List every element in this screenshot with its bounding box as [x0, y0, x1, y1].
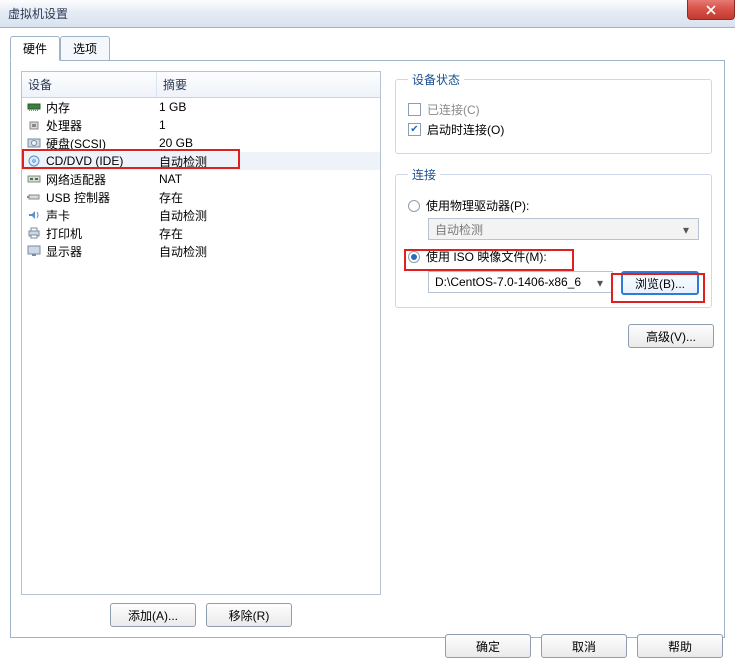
cpu-icon	[26, 118, 42, 132]
table-row[interactable]: 内存1 GB	[22, 98, 380, 116]
table-row[interactable]: 声卡自动检测	[22, 206, 380, 224]
printer-icon	[26, 226, 42, 240]
cancel-button[interactable]: 取消	[541, 634, 627, 658]
left-column: 设备 摘要 内存1 GB处理器1硬盘(SCSI)20 GBCD/DVD (IDE…	[21, 71, 381, 627]
help-button[interactable]: 帮助	[637, 634, 723, 658]
device-name: 处理器	[46, 117, 159, 134]
device-summary: 自动检测	[159, 207, 376, 224]
device-summary: 自动检测	[159, 243, 376, 260]
device-name: USB 控制器	[46, 189, 159, 206]
device-status-group: 设备状态 已连接(C) ✔ 启动时连接(O)	[395, 71, 712, 154]
table-row[interactable]: 处理器1	[22, 116, 380, 134]
table-row[interactable]: USB 控制器存在	[22, 188, 380, 206]
advanced-button[interactable]: 高级(V)...	[628, 324, 714, 348]
window-title: 虚拟机设置	[4, 5, 68, 22]
device-name: 显示器	[46, 243, 159, 260]
tab-options[interactable]: 选项	[60, 36, 110, 61]
iso-path-combo[interactable]: D:\CentOS-7.0-1406-x86_6 ▾	[428, 271, 613, 293]
device-summary: NAT	[159, 172, 376, 186]
add-button[interactable]: 添加(A)...	[110, 603, 196, 627]
radio-icon	[408, 200, 420, 212]
ok-button[interactable]: 确定	[445, 634, 531, 658]
physical-drive-value: 自动检测	[435, 221, 483, 238]
nic-icon	[26, 172, 42, 186]
close-icon	[706, 5, 716, 15]
connected-checkbox-row[interactable]: 已连接(C)	[408, 101, 699, 118]
table-row[interactable]: 网络适配器NAT	[22, 170, 380, 188]
titlebar: 虚拟机设置	[0, 0, 735, 28]
device-summary: 存在	[159, 189, 376, 206]
device-summary: 自动检测	[159, 153, 376, 170]
connect-on-start-row[interactable]: ✔ 启动时连接(O)	[408, 121, 699, 138]
tab-hardware[interactable]: 硬件	[10, 36, 60, 61]
device-name: 内存	[46, 99, 159, 116]
use-physical-radio[interactable]: 使用物理驱动器(P):	[408, 197, 699, 214]
physical-drive-combo: 自动检测 ▾	[428, 218, 699, 240]
browse-button[interactable]: 浏览(B)...	[621, 271, 699, 295]
memory-icon	[26, 100, 42, 114]
table-row[interactable]: 打印机存在	[22, 224, 380, 242]
hardware-list-header: 设备 摘要	[22, 72, 380, 98]
client-area: 硬件 选项 设备 摘要 内存1 GB处理器1硬盘(SCSI)20 GBCD/DV…	[0, 28, 735, 633]
disc-icon	[26, 154, 42, 168]
sound-icon	[26, 208, 42, 222]
device-summary: 20 GB	[159, 136, 376, 150]
table-row[interactable]: CD/DVD (IDE)自动检测	[22, 152, 380, 170]
device-summary: 1 GB	[159, 100, 376, 114]
checkbox-icon	[408, 103, 421, 116]
checkbox-checked-icon: ✔	[408, 123, 421, 136]
chevron-down-icon[interactable]: ▾	[592, 275, 608, 291]
device-name: CD/DVD (IDE)	[46, 154, 159, 168]
iso-path-value: D:\CentOS-7.0-1406-x86_6	[435, 275, 581, 289]
device-name: 声卡	[46, 207, 159, 224]
hardware-list[interactable]: 设备 摘要 内存1 GB处理器1硬盘(SCSI)20 GBCD/DVD (IDE…	[21, 71, 381, 595]
device-name: 硬盘(SCSI)	[46, 135, 159, 152]
col-summary[interactable]: 摘要	[157, 72, 380, 97]
connection-group: 连接 使用物理驱动器(P): 自动检测 ▾ 使用 ISO 映像文件(M):	[395, 166, 712, 308]
dialog-buttons: 确定 取消 帮助	[445, 634, 723, 658]
hdd-icon	[26, 136, 42, 150]
tabstrip: 硬件 选项	[10, 36, 725, 61]
table-row[interactable]: 硬盘(SCSI)20 GB	[22, 134, 380, 152]
device-status-legend: 设备状态	[408, 71, 464, 88]
chevron-down-icon: ▾	[678, 222, 694, 238]
connect-on-start-label: 启动时连接(O)	[427, 121, 504, 138]
iso-row: D:\CentOS-7.0-1406-x86_6 ▾ 浏览(B)...	[428, 271, 699, 295]
remove-button[interactable]: 移除(R)	[206, 603, 292, 627]
device-summary: 存在	[159, 225, 376, 242]
close-button[interactable]	[687, 0, 735, 20]
usb-icon	[26, 190, 42, 204]
right-column: 设备状态 已连接(C) ✔ 启动时连接(O) 连接 使用物理驱动器(P):	[393, 71, 714, 627]
use-iso-radio[interactable]: 使用 ISO 映像文件(M):	[408, 248, 699, 265]
hardware-buttons: 添加(A)... 移除(R)	[21, 595, 381, 627]
col-device[interactable]: 设备	[22, 72, 157, 97]
device-name: 网络适配器	[46, 171, 159, 188]
use-physical-label: 使用物理驱动器(P):	[426, 197, 529, 214]
device-summary: 1	[159, 118, 376, 132]
advanced-row: 高级(V)...	[393, 324, 714, 348]
device-name: 打印机	[46, 225, 159, 242]
connection-legend: 连接	[408, 166, 440, 183]
radio-checked-icon	[408, 251, 420, 263]
use-iso-label: 使用 ISO 映像文件(M):	[426, 248, 547, 265]
tab-body: 设备 摘要 内存1 GB处理器1硬盘(SCSI)20 GBCD/DVD (IDE…	[10, 60, 725, 638]
display-icon	[26, 244, 42, 258]
connected-label: 已连接(C)	[427, 101, 480, 118]
table-row[interactable]: 显示器自动检测	[22, 242, 380, 260]
